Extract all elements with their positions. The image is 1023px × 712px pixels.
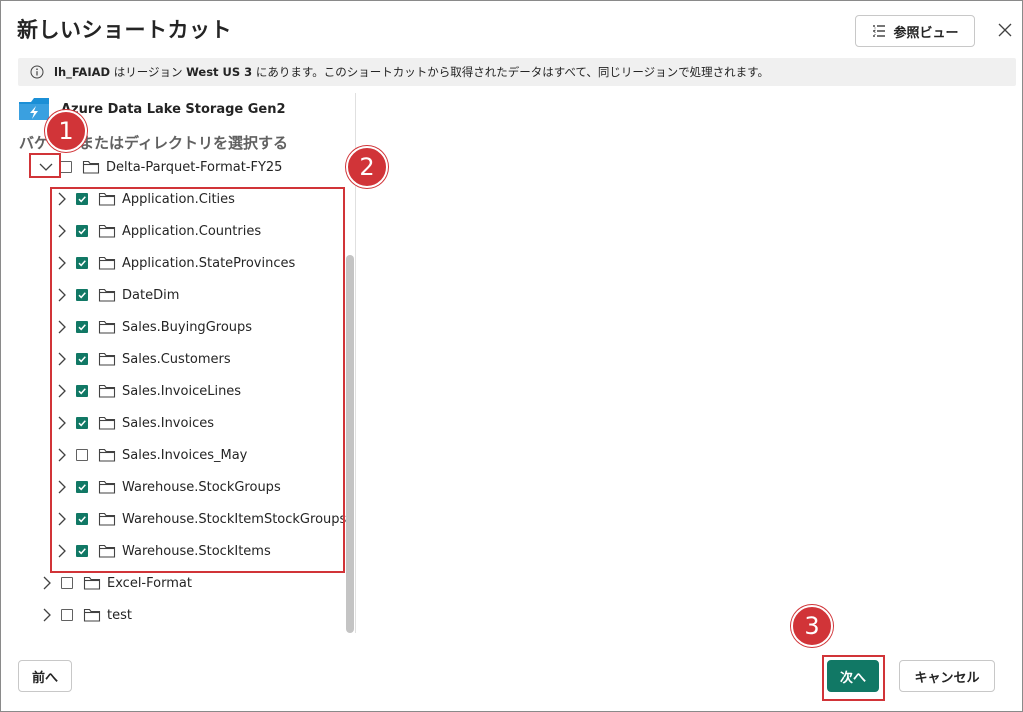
lakehouse-name: lh_FAIAD (54, 65, 111, 79)
chevron-right-icon[interactable] (39, 607, 55, 623)
annotation-badge-1: 1 (45, 110, 87, 152)
dialog-title: 新しいショートカット (17, 18, 232, 42)
info-text-1: はリージョン (110, 65, 187, 79)
source-label: Azure Data Lake Storage Gen2 (61, 101, 286, 117)
annotation-box-2 (50, 187, 345, 573)
tree-root-row[interactable]: Delta-Parquet-Format-FY25 (38, 151, 282, 183)
back-button[interactable]: 前へ (18, 660, 72, 692)
cancel-button[interactable]: キャンセル (899, 660, 995, 692)
tree-sibling-item-checkbox[interactable] (61, 577, 73, 589)
annotation-box-1 (29, 153, 61, 178)
tree-scrollbar[interactable] (346, 255, 354, 633)
tree-sibling-item-label: test (107, 607, 132, 623)
region-name: West US 3 (186, 65, 253, 79)
tree-sibling-item-label: Excel-Format (107, 575, 192, 591)
reference-view-button[interactable]: 参照ビュー (855, 15, 975, 47)
list-tree-icon (873, 25, 886, 37)
new-shortcut-dialog: 新しいショートカット 参照ビュー lh_FAIAD はリージョン West US… (0, 0, 1023, 712)
folder-icon (83, 608, 101, 622)
folder-icon (83, 576, 101, 590)
close-icon (998, 23, 1012, 37)
chevron-right-icon[interactable] (39, 575, 55, 591)
tree-sibling-item-row[interactable]: test (39, 599, 132, 631)
tree-sibling-item-checkbox[interactable] (61, 609, 73, 621)
annotation-badge-2: 2 (346, 146, 388, 188)
tree-root-label: Delta-Parquet-Format-FY25 (106, 159, 283, 175)
info-icon (30, 65, 44, 79)
data-lake-storage-icon (19, 98, 49, 120)
reference-view-label: 参照ビュー (893, 25, 959, 41)
folder-icon (82, 160, 100, 174)
next-button[interactable]: 次へ (827, 660, 879, 692)
info-text-2: にあります。このショートカットから取得されたデータはすべて、同じリージョンで処理… (252, 65, 769, 79)
close-button[interactable] (993, 18, 1017, 42)
root-checkbox[interactable] (60, 161, 72, 173)
annotation-badge-3: 3 (791, 605, 833, 647)
region-info-bar: lh_FAIAD はリージョン West US 3 にあります。このショートカッ… (18, 58, 1016, 86)
